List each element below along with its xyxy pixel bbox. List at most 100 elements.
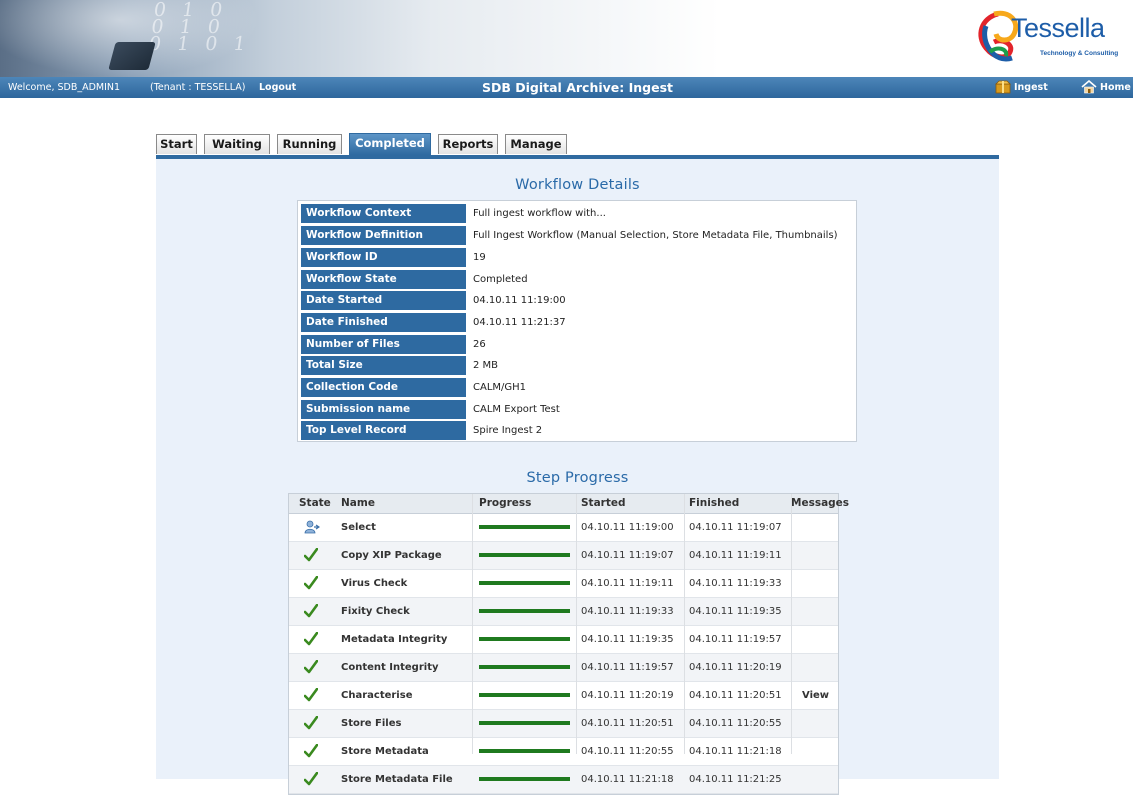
step-started: 04.10.11 11:20:55 — [581, 746, 674, 757]
progress-bar — [479, 654, 570, 681]
progress-bar — [479, 514, 570, 541]
progress-bar — [479, 710, 570, 737]
table-row: Metadata Integrity 04.10.11 11:19:35 04.10… — [289, 626, 838, 654]
step-started: 04.10.11 11:19:11 — [581, 578, 674, 589]
tab-waiting[interactable]: Waiting — [204, 134, 270, 154]
column-header-state: State — [299, 497, 331, 509]
detail-key: Workflow ID — [301, 248, 466, 267]
ingest-nav-link[interactable]: Ingest — [995, 77, 1048, 98]
detail-value: 04.10.11 11:21:37 — [473, 317, 566, 328]
tab-start[interactable]: Start — [156, 134, 197, 154]
detail-key: Number of Files — [301, 335, 466, 354]
check-icon — [303, 654, 319, 681]
table-row: Store Files 04.10.11 11:20:51 04.10.11 11:… — [289, 710, 838, 738]
detail-key: Workflow Definition — [301, 226, 466, 245]
detail-value: 19 — [473, 252, 486, 263]
ingest-nav-label: Ingest — [1014, 82, 1048, 93]
detail-key: Workflow State — [301, 270, 466, 289]
check-icon — [303, 598, 319, 625]
detail-key: Date Finished — [301, 313, 466, 332]
table-header: State Name Progress Started Finished Mes… — [289, 494, 849, 514]
check-icon — [303, 542, 319, 569]
content-panel: Workflow Details Workflow Context Full i… — [156, 159, 999, 795]
step-name: Metadata Integrity — [341, 634, 448, 645]
step-started: 04.10.11 11:19:00 — [581, 522, 674, 533]
progress-bar — [479, 682, 570, 709]
column-header-messages: Messages — [791, 497, 850, 509]
step-progress-table: State Name Progress Started Finished Mes… — [288, 493, 849, 795]
column-header-finished: Finished — [689, 497, 740, 509]
tab-running[interactable]: Running — [277, 134, 342, 154]
step-started: 04.10.11 11:19:35 — [581, 634, 674, 645]
step-started: 04.10.11 11:19:07 — [581, 550, 674, 561]
table-row: Store Metadata 04.10.11 11:20:55 04.10.11 … — [289, 738, 838, 766]
workflow-details-title: Workflow Details — [515, 177, 640, 193]
detail-row: Date Finished 04.10.11 11:21:37 — [301, 313, 853, 332]
step-finished: 04.10.11 11:20:55 — [689, 718, 782, 729]
step-finished: 04.10.11 11:21:18 — [689, 746, 782, 757]
step-finished: 04.10.11 11:20:19 — [689, 662, 782, 673]
banner-digits: 0 1 0 0 1 0 0 1 0 1 — [147, 0, 253, 55]
header-banner: 0 1 0 0 1 0 0 1 0 1 Tessella Technology … — [0, 0, 1133, 77]
logout-link[interactable]: Logout — [259, 77, 296, 98]
table-row: Characterise 04.10.11 11:20:19 04.10.11 11… — [289, 682, 838, 710]
tab-manage[interactable]: Manage — [505, 134, 567, 154]
workflow-details-table: Workflow Context Full ingest workflow wi… — [297, 200, 857, 442]
top-nav-bar: Welcome, SDB_ADMIN1 (Tenant : TESSELLA) … — [0, 77, 1133, 98]
progress-bar — [479, 738, 570, 765]
step-finished: 04.10.11 11:19:35 — [689, 606, 782, 617]
tenant-text: (Tenant : TESSELLA) — [150, 82, 246, 93]
detail-key: Date Started — [301, 291, 466, 310]
step-started: 04.10.11 11:21:18 — [581, 774, 674, 785]
detail-value: 2 MB — [473, 360, 499, 371]
step-started: 04.10.11 11:19:57 — [581, 662, 674, 673]
step-started: 04.10.11 11:20:19 — [581, 690, 674, 701]
step-progress-title: Step Progress — [526, 470, 629, 486]
column-header-progress: Progress — [479, 497, 532, 509]
progress-bar — [479, 570, 570, 597]
detail-key: Total Size — [301, 356, 466, 375]
detail-key: Collection Code — [301, 378, 466, 397]
home-nav-link[interactable]: Home — [1081, 77, 1131, 98]
step-finished: 04.10.11 11:19:57 — [689, 634, 782, 645]
table-row: Fixity Check 04.10.11 11:19:33 04.10.11 11… — [289, 598, 838, 626]
table-row: Select 04.10.11 11:19:00 04.10.11 11:19:07 — [289, 514, 838, 542]
detail-key: Top Level Record — [301, 421, 466, 440]
check-icon — [303, 570, 319, 597]
progress-bar — [479, 542, 570, 569]
progress-bar — [479, 626, 570, 653]
detail-value: Full Ingest Workflow (Manual Selection, … — [473, 230, 838, 241]
table-row: Store Metadata File 04.10.11 11:21:18 04.1… — [289, 766, 838, 794]
welcome-text: Welcome, SDB_ADMIN1 — [8, 82, 121, 93]
step-finished: 04.10.11 11:21:25 — [689, 774, 782, 785]
step-finished: 04.10.11 11:20:51 — [689, 690, 782, 701]
detail-row: Total Size 2 MB — [301, 356, 853, 375]
detail-key: Submission name — [301, 400, 466, 419]
tab-reports[interactable]: Reports — [438, 134, 498, 154]
detail-row: Submission name CALM Export Test — [301, 400, 853, 419]
detail-value: Spire Ingest 2 — [473, 425, 543, 436]
step-started: 04.10.11 11:20:51 — [581, 718, 674, 729]
detail-value: Completed — [473, 274, 528, 285]
detail-row: Collection Code CALM/GH1 — [301, 378, 853, 397]
step-finished: 04.10.11 11:19:11 — [689, 550, 782, 561]
detail-row: Workflow Context Full ingest workflow wi… — [301, 204, 853, 223]
app-title: SDB Digital Archive: Ingest — [482, 80, 673, 95]
detail-row: Date Started 04.10.11 11:19:00 — [301, 291, 853, 310]
view-messages-link[interactable]: View — [802, 682, 829, 709]
step-name: Characterise — [341, 690, 413, 701]
step-name: Store Files — [341, 718, 402, 729]
brand-name: Tessella — [1011, 13, 1105, 43]
step-name: Store Metadata File — [341, 774, 453, 785]
tab-completed[interactable]: Completed — [349, 133, 431, 155]
step-name: Store Metadata — [341, 746, 429, 757]
check-icon — [303, 766, 319, 793]
progress-bar — [479, 598, 570, 625]
step-name: Fixity Check — [341, 606, 410, 617]
table-row: Copy XIP Package 04.10.11 11:19:07 04.10.1… — [289, 542, 838, 570]
detail-row: Workflow Definition Full Ingest Workflow… — [301, 226, 853, 245]
step-name: Virus Check — [341, 578, 408, 589]
column-header-name: Name — [341, 497, 375, 509]
step-name: Copy XIP Package — [341, 550, 442, 561]
progress-bar — [479, 766, 570, 793]
